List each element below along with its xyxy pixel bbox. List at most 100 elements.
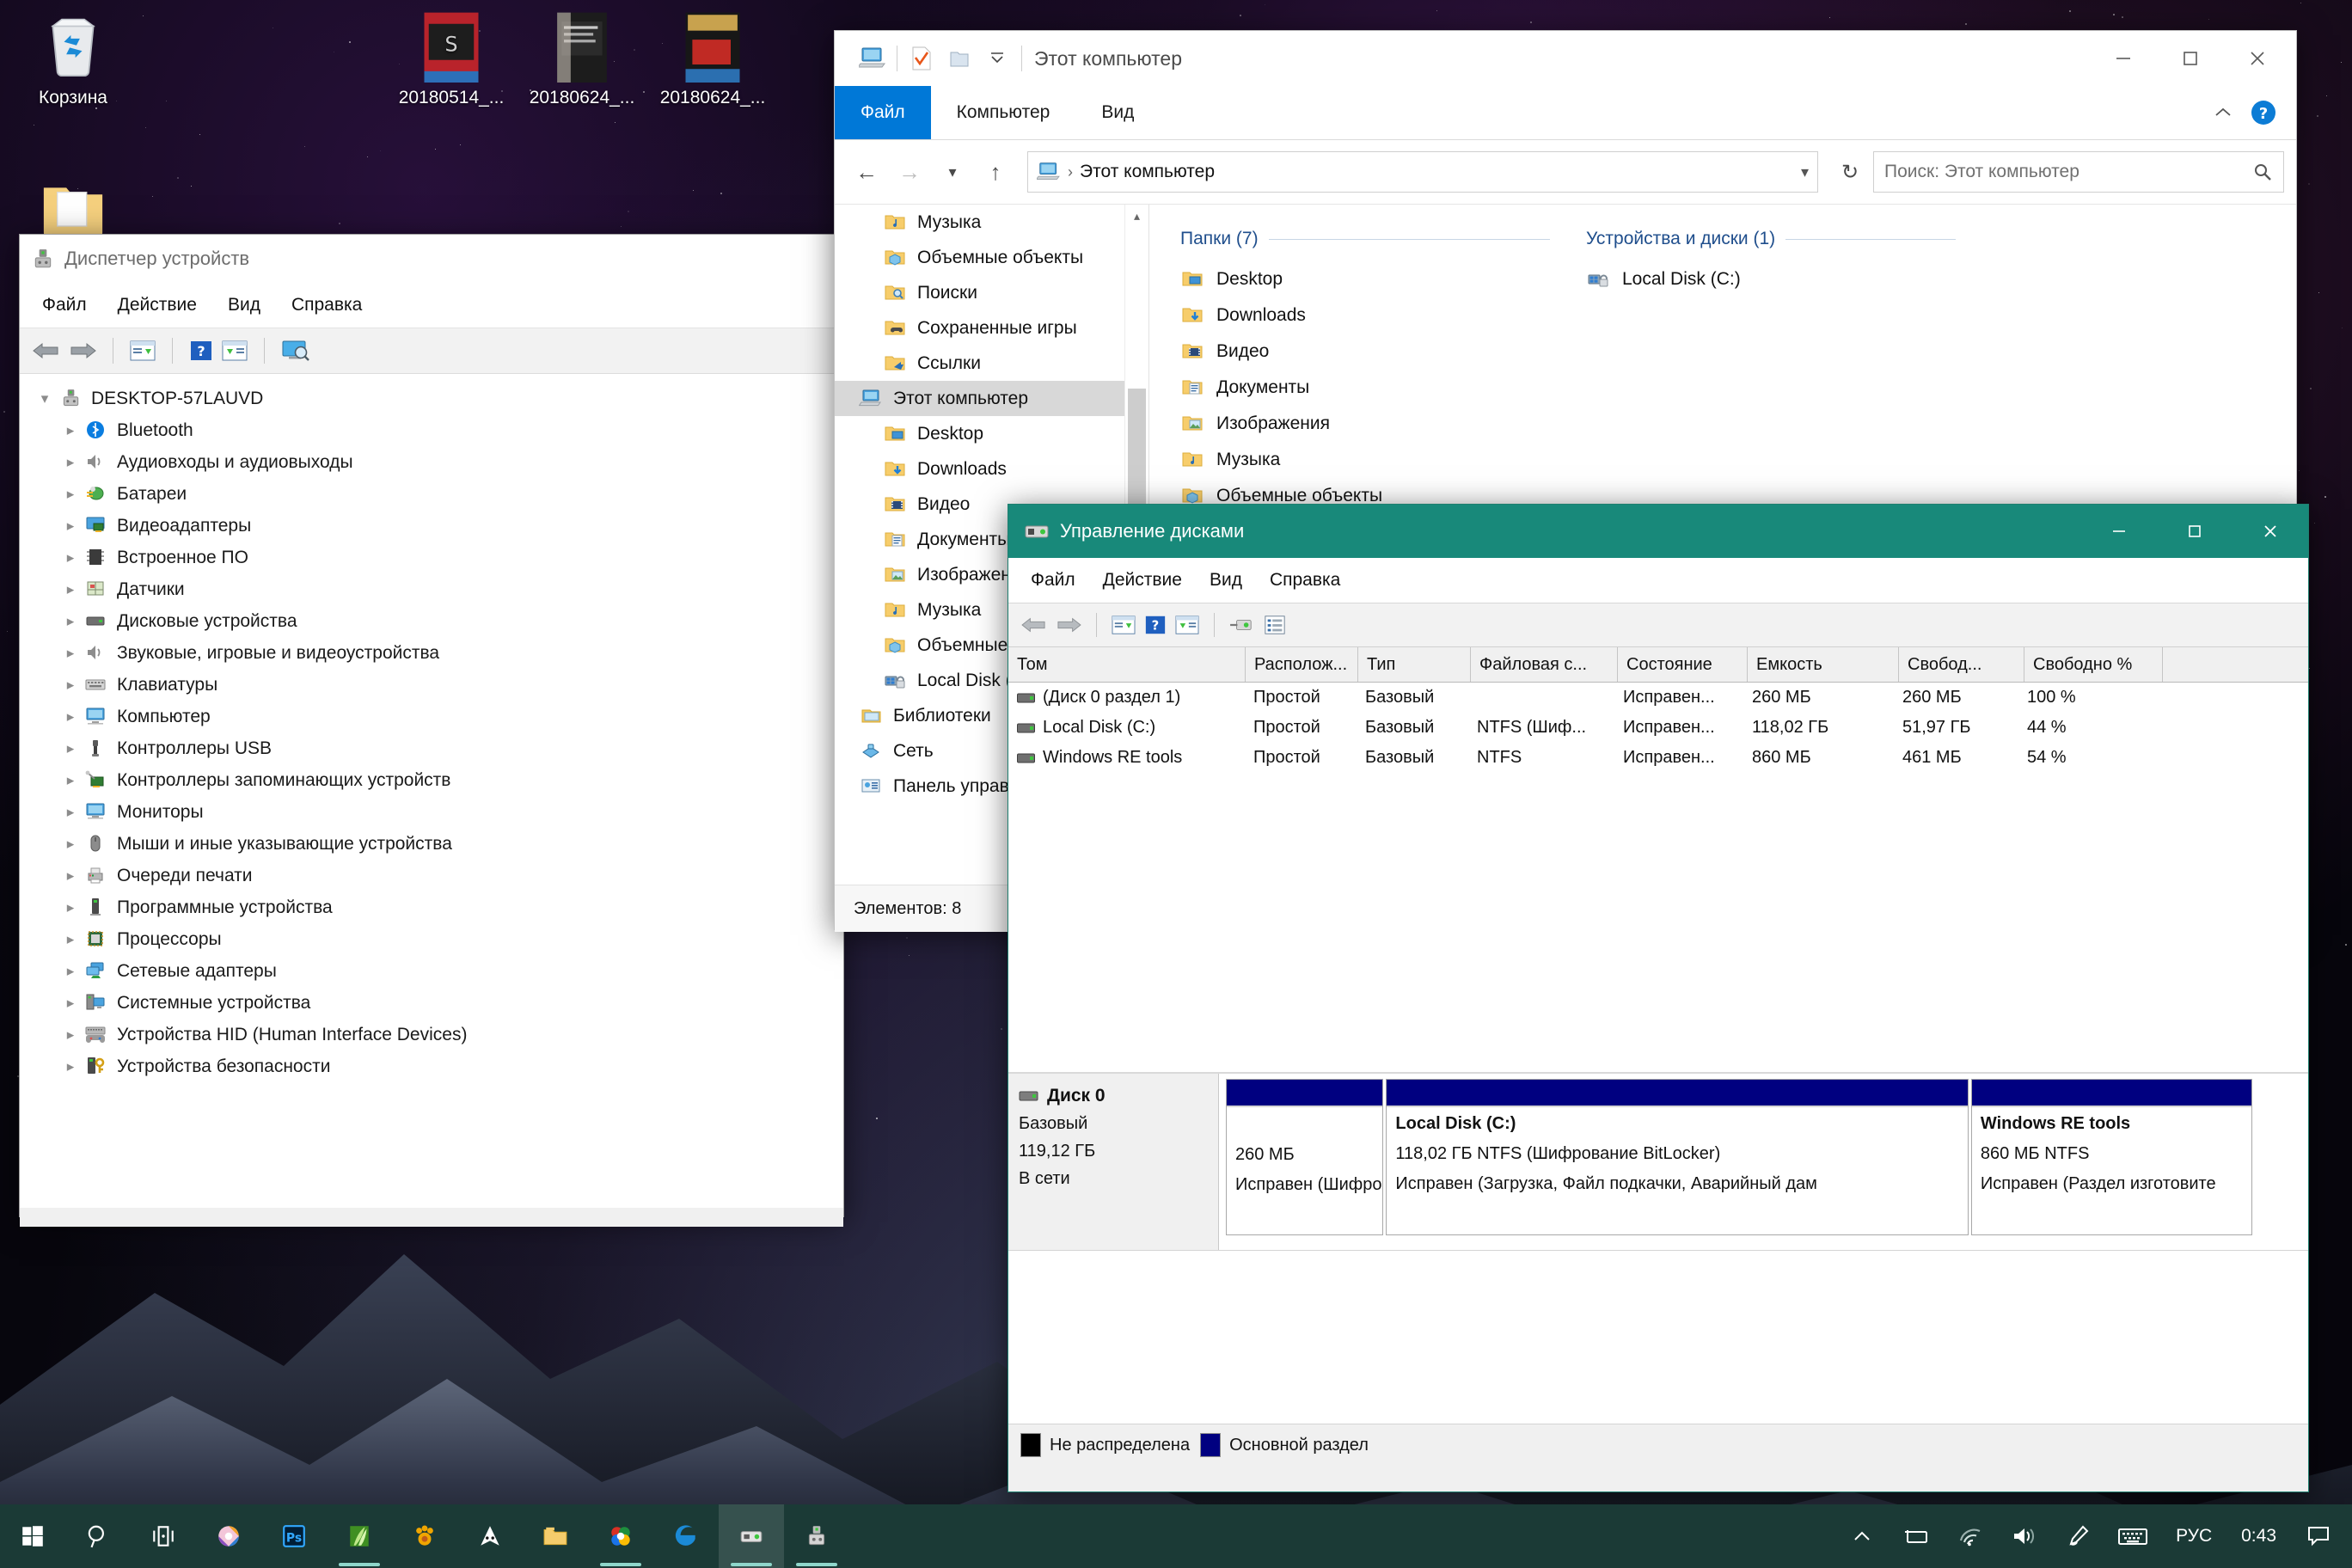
touch-keyboard-icon[interactable]	[2104, 1504, 2162, 1568]
table-row[interactable]: Local Disk (C:) Простой Базовый NTFS (Шиф..…	[1008, 713, 2308, 743]
taskbar-app-explorer[interactable]	[523, 1504, 588, 1568]
column-header[interactable]: Том	[1008, 647, 1246, 682]
device-tree-item[interactable]: ▸ Видеоадаптеры	[20, 510, 843, 542]
desktop-icon-photo-2[interactable]: 20180624_...	[509, 10, 655, 108]
chevron-down-icon[interactable]	[978, 40, 1016, 77]
menu-item-file[interactable]: Файл	[27, 290, 102, 321]
rescan-disks-icon[interactable]	[1228, 614, 1256, 636]
content-item[interactable]: Музыка	[1180, 442, 1550, 478]
chevron-down-icon[interactable]: ▾	[1801, 163, 1809, 181]
menu-item-help[interactable]: Справка	[1256, 565, 1354, 596]
system-tray[interactable]: РУС 0:43	[1837, 1504, 2352, 1568]
menu-item-action[interactable]: Действие	[102, 290, 212, 321]
chevron-right-icon[interactable]: ▸	[58, 740, 83, 757]
pen-icon[interactable]	[2052, 1504, 2104, 1568]
show-pane-icon[interactable]	[1174, 614, 1200, 636]
tab-view[interactable]: Вид	[1075, 86, 1160, 139]
device-tree-item[interactable]: ▸ Датчики	[20, 573, 843, 605]
partition-2[interactable]: Windows RE tools 860 МБ NTFS Исправен (Раз…	[1971, 1079, 2252, 1235]
new-folder-icon[interactable]	[940, 40, 978, 77]
taskbar-app-gimp[interactable]	[392, 1504, 457, 1568]
column-header[interactable]: Файловая с...	[1471, 647, 1618, 682]
sidebar-item-7[interactable]: Downloads	[835, 451, 1148, 487]
notification-icon[interactable]	[2292, 1504, 2345, 1568]
disk-management-menubar[interactable]: Файл Действие Вид Справка	[1008, 558, 2308, 603]
device-tree-item[interactable]: ▸ Встроенное ПО	[20, 542, 843, 573]
device-tree-root[interactable]: ▾ DESKTOP-57LAUVD	[20, 383, 843, 414]
start-button[interactable]	[0, 1504, 65, 1568]
scan-hardware-icon[interactable]	[280, 339, 311, 363]
maximize-icon[interactable]	[2157, 32, 2224, 85]
chevron-up-icon[interactable]	[2212, 101, 2234, 124]
chevron-right-icon[interactable]: ▸	[58, 995, 83, 1012]
device-tree-item[interactable]: ▸ Устройства HID (Human Interface Devices…	[20, 1019, 843, 1050]
taskbar-app-chrome[interactable]	[588, 1504, 653, 1568]
device-tree-item[interactable]: ▸ Аудиовходы и аудиовыходы	[20, 446, 843, 478]
update-driver-icon[interactable]	[221, 339, 248, 363]
device-manager-menubar[interactable]: Файл Действие Вид Справка	[20, 283, 843, 328]
content-item[interactable]: Изображения	[1180, 406, 1550, 442]
close-icon[interactable]	[2233, 505, 2308, 558]
taskbar-items[interactable]: Ps	[0, 1504, 849, 1568]
device-tree-item[interactable]: ▸ Очереди печати	[20, 860, 843, 891]
volume-list-header[interactable]: Том Располож... Тип Файловая с... Состояние Е…	[1008, 647, 2308, 683]
device-manager-toolbar[interactable]: ?	[20, 328, 843, 374]
tab-computer[interactable]: Компьютер	[931, 86, 1076, 139]
device-manager-titlebar[interactable]: Диспетчер устройств	[20, 235, 843, 283]
explorer-window-buttons[interactable]	[2090, 32, 2291, 85]
help-icon[interactable]: ?	[1143, 614, 1167, 636]
column-header[interactable]: Свобод...	[1899, 647, 2024, 682]
back-arrow-icon[interactable]	[32, 339, 61, 363]
device-tree-item[interactable]: ▸ Звуковые, игровые и видеоустройства	[20, 637, 843, 669]
forward-arrow-icon[interactable]	[1055, 614, 1082, 636]
chevron-right-icon[interactable]: ▸	[58, 486, 83, 503]
chevron-right-icon[interactable]: ▸	[58, 1058, 83, 1075]
battery-charging-icon[interactable]	[1887, 1504, 1944, 1568]
chevron-right-icon[interactable]: ▸	[58, 708, 83, 726]
column-header[interactable]: Свободно %	[2024, 647, 2163, 682]
drive-item-list[interactable]: Local Disk (C:)	[1586, 261, 1956, 297]
chevron-right-icon[interactable]: ▸	[58, 645, 83, 662]
device-tree-item[interactable]: ▸ Программные устройства	[20, 891, 843, 923]
breadcrumb[interactable]: Этот компьютер	[1080, 162, 1215, 182]
chevron-right-icon[interactable]: ▸	[58, 677, 83, 694]
search-icon[interactable]	[2252, 162, 2273, 182]
taskbar[interactable]: Ps РУС 0:43	[0, 1504, 2352, 1568]
disk-row[interactable]: Диск 0 Базовый 119,12 ГБ В сети 260 МБ Ис…	[1008, 1074, 2308, 1251]
chevron-right-icon[interactable]: ▸	[58, 613, 83, 630]
column-header[interactable]: Тип	[1358, 647, 1471, 682]
list-view-icon[interactable]	[1263, 614, 1287, 636]
forward-icon[interactable]: →	[890, 152, 929, 192]
clock[interactable]: 0:43	[2226, 1526, 2292, 1547]
column-header[interactable]: Емкость	[1748, 647, 1899, 682]
refresh-icon[interactable]: ↻	[1830, 152, 1870, 192]
device-tree-item[interactable]: ▸ Контроллеры запоминающих устройств	[20, 764, 843, 796]
content-item[interactable]: Downloads	[1180, 297, 1550, 334]
menu-item-help[interactable]: Справка	[276, 290, 377, 321]
device-tree-item[interactable]: ▸ Дисковые устройства	[20, 605, 843, 637]
language-indicator[interactable]: РУС	[2162, 1504, 2226, 1568]
chevron-right-icon[interactable]: ▸	[58, 454, 83, 471]
show-hidden-icons[interactable]	[1837, 1504, 1887, 1568]
minimize-icon[interactable]	[2081, 505, 2157, 558]
device-tree-item[interactable]: ▸ Мониторы	[20, 796, 843, 828]
partition-bars[interactable]: 260 МБИсправен (ШифрованныLocal Disk (C:…	[1219, 1074, 2308, 1250]
device-tree-item[interactable]: ▸ Процессоры	[20, 923, 843, 955]
chevron-right-icon[interactable]: ▸	[58, 422, 83, 439]
sidebar-item-6[interactable]: Desktop	[835, 416, 1148, 451]
up-icon[interactable]: ↑	[976, 152, 1015, 192]
content-item[interactable]: Desktop	[1180, 261, 1550, 297]
chevron-right-icon[interactable]: ▸	[58, 867, 83, 885]
disk-info-panel[interactable]: Диск 0 Базовый 119,12 ГБ В сети	[1008, 1074, 1219, 1250]
content-item[interactable]: Видео	[1180, 334, 1550, 370]
chevron-right-icon[interactable]: ▸	[58, 931, 83, 948]
help-icon[interactable]: ?	[188, 339, 214, 363]
column-header[interactable]: Располож...	[1246, 647, 1358, 682]
close-icon[interactable]	[2224, 32, 2291, 85]
properties-icon[interactable]	[129, 339, 156, 363]
disk-management-window-buttons[interactable]	[2081, 505, 2308, 558]
device-tree-item[interactable]: ▸ Сетевые адаптеры	[20, 955, 843, 987]
table-row[interactable]: Windows RE tools Простой Базовый NTFS Исправ…	[1008, 743, 2308, 773]
back-icon[interactable]: ←	[847, 152, 886, 192]
explorer-titlebar[interactable]: Этот компьютер	[835, 31, 2296, 86]
